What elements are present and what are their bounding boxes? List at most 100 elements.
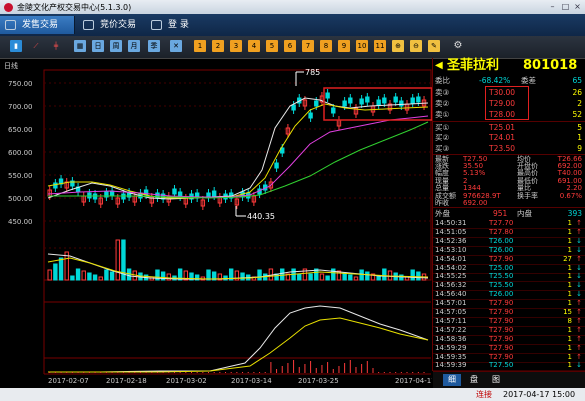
maximize-icon[interactable]: □ — [561, 2, 570, 11]
tick-direction: ↑ — [576, 254, 582, 263]
tick-direction: ↑ — [576, 343, 582, 352]
candlestick-icon[interactable]: ╪ — [50, 40, 62, 52]
tick-direction: ↑ — [576, 325, 582, 334]
tick-price: T26.00 — [489, 290, 514, 299]
y-tick: 500.00 — [8, 195, 33, 203]
tab-label: 竞价交易 — [100, 20, 137, 30]
close-icon[interactable]: × — [573, 2, 582, 11]
zoom-in-icon[interactable]: ⊕ — [392, 40, 404, 52]
zoom-out-icon[interactable]: ⊖ — [410, 40, 422, 52]
volume-bar — [319, 273, 325, 281]
tick-direction: ↓ — [576, 281, 582, 290]
candle — [308, 112, 313, 119]
tick-price: T27.90 — [489, 325, 514, 334]
toolbar-button-11[interactable]: 11 — [374, 40, 386, 52]
candle — [348, 97, 353, 104]
stock-code: 801018 — [523, 58, 578, 73]
bar-chart-icon[interactable]: ▮ — [10, 40, 22, 52]
x-tick: 2017-02-18 — [106, 377, 147, 385]
app-logo-icon — [4, 2, 13, 12]
tick-time: 14:52:36 — [435, 236, 467, 245]
grid-icon[interactable]: ▦ — [74, 40, 86, 52]
toolbar-button-3[interactable]: 3 — [230, 40, 242, 52]
tick-volume: 1 — [567, 219, 572, 227]
candle — [376, 99, 381, 106]
tick-direction: ↑ — [576, 352, 582, 361]
toolbar-button-1[interactable]: 1 — [194, 40, 206, 52]
gear-icon[interactable]: ⚙ — [452, 40, 464, 52]
tab-detail[interactable]: 细 — [443, 374, 461, 386]
tick-volume: 8 — [567, 316, 572, 325]
toolbar-button-6[interactable]: 6 — [284, 40, 296, 52]
toolbar-button-8[interactable]: 8 — [320, 40, 332, 52]
toolbar-button-4[interactable]: 4 — [248, 40, 260, 52]
volume-bar — [47, 269, 52, 281]
quarter-view-icon[interactable]: 季 — [148, 40, 160, 52]
x-tick: 2017-03-14 — [231, 377, 272, 385]
tab-bid-trading[interactable]: 竞价交易 — [78, 16, 143, 34]
volume-bar — [365, 271, 370, 281]
toolbar-button-2[interactable]: 2 — [212, 40, 224, 52]
volume-bar — [416, 271, 421, 281]
tick-price: T25.50 — [489, 281, 514, 290]
buy-row[interactable]: 买③ T23.50 9 — [433, 143, 585, 154]
diff-value: 65 — [572, 76, 582, 85]
tick-volume: 1 — [567, 236, 572, 245]
tick-row: 14:59:39 T27.50 1 ↓ — [433, 361, 585, 372]
candle — [365, 96, 370, 103]
tick-volume: 1 — [567, 361, 572, 370]
candles-group — [47, 89, 427, 210]
candle — [325, 92, 330, 99]
day-view-icon[interactable]: 日 — [92, 40, 104, 52]
tick-direction: ↓ — [576, 263, 582, 272]
tick-volume: 1 — [567, 227, 572, 236]
volume-bar — [280, 268, 285, 281]
tick-time: 14:51:05 — [435, 227, 467, 236]
stat-row: 昨收 692.00 — [433, 199, 585, 207]
volume-bar — [382, 268, 387, 281]
tick-volume: 1 — [567, 299, 572, 308]
tick-time: 14:57:05 — [435, 308, 467, 316]
tick-volume: 1 — [567, 343, 572, 352]
hammer-icon — [83, 20, 94, 30]
zoom-view-icon[interactable]: ✕ — [170, 40, 182, 52]
candle — [211, 190, 217, 197]
tick-time: 14:57:11 — [435, 316, 467, 325]
order-label: 卖③ — [435, 88, 450, 97]
line-chart-icon[interactable]: ⟋ — [30, 40, 42, 52]
indicator-line-yellow — [48, 317, 429, 373]
candle — [53, 182, 58, 189]
draw-tool-icon[interactable]: ✎ — [428, 40, 440, 52]
order-volume: 52 — [572, 110, 582, 119]
tab-login[interactable]: 登 录 — [146, 16, 206, 34]
tab-order-book[interactable]: 盘 — [465, 374, 483, 386]
tick-time: 14:57:22 — [435, 325, 467, 334]
tick-volume: 1 — [567, 290, 572, 299]
toolbar: ▮ ⟋ ╪ ▦ 日 周 月 季 ✕ 1 2 3 4 5 6 7 8 9 10 1… — [0, 36, 585, 59]
volume-bar — [359, 269, 364, 281]
volume-bar — [109, 271, 115, 281]
order-price: T24.01 — [489, 133, 516, 142]
main-tab-bar: 发售交易 竞价交易 登 录 — [0, 14, 585, 36]
kline-chart[interactable]: 日线 750.00 700.00 650.00 600.00 550.00 50… — [0, 58, 432, 388]
month-view-icon[interactable]: 月 — [128, 40, 140, 52]
title-bar: 金陵文化产权交易中心(5.1.3.0) – □ × — [0, 0, 585, 14]
candle — [359, 98, 364, 105]
toolbar-button-9[interactable]: 9 — [338, 40, 350, 52]
volume-bar — [98, 276, 103, 281]
tick-direction: ↓ — [576, 236, 582, 245]
buy-row[interactable]: 买② T24.01 1 — [433, 132, 585, 143]
toolbar-button-5[interactable]: 5 — [266, 40, 278, 52]
toolbar-button-10[interactable]: 10 — [356, 40, 368, 52]
candle — [331, 107, 336, 114]
tab-chart[interactable]: 图 — [487, 374, 505, 386]
tab-issue-trading[interactable]: 发售交易 — [0, 16, 75, 34]
toolbar-button-7[interactable]: 7 — [302, 40, 314, 52]
tick-time: 14:59:39 — [435, 361, 467, 370]
high-annotation: 785 — [305, 68, 320, 77]
tick-volume: 1 — [567, 245, 572, 254]
week-view-icon[interactable]: 周 — [110, 40, 122, 52]
prev-stock-icon[interactable]: ◀ — [435, 58, 443, 74]
stat-label: 昨收 — [435, 199, 449, 207]
minimize-icon[interactable]: – — [548, 2, 557, 11]
